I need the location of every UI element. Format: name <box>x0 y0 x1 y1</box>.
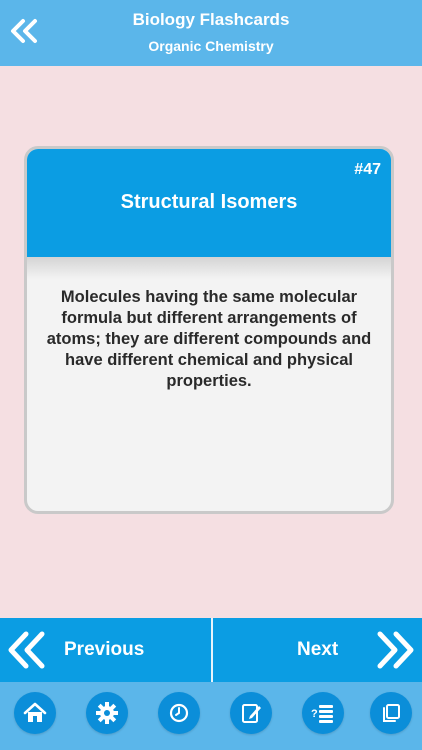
category-subtitle: Organic Chemistry <box>148 38 274 54</box>
previous-button[interactable]: Previous <box>0 618 211 682</box>
quiz-list-icon: ? <box>311 705 333 723</box>
double-chevron-left-icon <box>8 631 45 669</box>
home-button[interactable] <box>14 692 56 734</box>
app-header: Biology Flashcards Organic Chemistry <box>0 0 422 66</box>
card-definition: Molecules having the same molecular form… <box>46 288 372 390</box>
copy-cards-icon <box>383 704 400 722</box>
app-title: Biology Flashcards <box>132 10 290 29</box>
previous-label: Previous <box>64 639 145 660</box>
card-term: Structural Isomers <box>120 191 298 213</box>
note-edit-icon <box>242 704 261 723</box>
cards-button[interactable] <box>370 692 412 734</box>
double-chevron-right-icon <box>377 631 414 669</box>
next-button[interactable]: Next <box>213 618 422 682</box>
card-divider-shadow <box>27 257 391 279</box>
flashcard-header: #47 Structural Isomers <box>27 149 391 257</box>
home-icon <box>23 702 47 722</box>
history-button[interactable] <box>158 692 200 734</box>
flashcard[interactable]: #47 Structural Isomers Molecules having … <box>24 146 394 514</box>
svg-text:?: ? <box>311 708 318 720</box>
card-navigation: Previous Next <box>0 618 422 682</box>
clock-icon <box>169 703 189 723</box>
bottom-toolbar: ? <box>0 682 422 750</box>
quiz-button[interactable]: ? <box>302 692 344 734</box>
card-number: #47 <box>354 161 381 178</box>
gear-icon <box>96 702 118 724</box>
notes-button[interactable] <box>230 692 272 734</box>
next-label: Next <box>297 639 339 660</box>
settings-button[interactable] <box>86 692 128 734</box>
